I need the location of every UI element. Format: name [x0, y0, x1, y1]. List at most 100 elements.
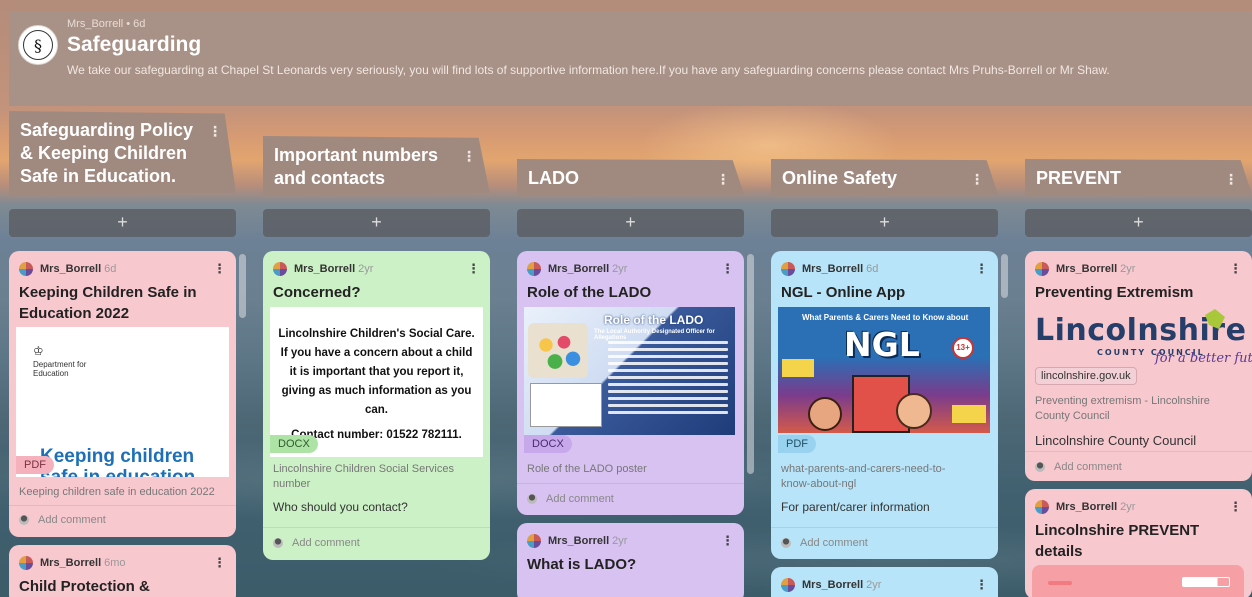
add-post-button[interactable]: +	[1025, 209, 1252, 237]
author-name: Mrs_Borrell	[40, 262, 102, 275]
post-title: Lincolnshire PREVENT details	[1035, 522, 1200, 560]
contact-box	[530, 383, 602, 427]
avatar	[1035, 499, 1049, 514]
comment-user-icon	[19, 514, 29, 525]
add-comment-button[interactable]: Add comment	[771, 527, 998, 557]
attachment-preview[interactable]: Role of the LADO The Local Authority Des…	[524, 307, 735, 435]
post-card[interactable]: Mrs_Borrell 6mo ⋮ Child Protection &	[9, 545, 236, 597]
file-type-badge: DOCX	[524, 435, 572, 453]
attachment-preview[interactable]	[1032, 565, 1244, 597]
column-lado: LADO ⋮ + Mrs_Borrell 2yr ⋮ Role of the L…	[517, 111, 744, 597]
comment-user-icon	[273, 537, 283, 548]
post-age: 2yr	[866, 578, 882, 591]
post-age: 6mo	[104, 556, 126, 569]
attachment-caption: what-parents-and-carers-need-to-know-abo…	[781, 463, 946, 490]
attachment-preview[interactable]: What Parents & Carers Need to Know about…	[778, 307, 990, 433]
link-source: Lincolnshire County Council	[1035, 433, 1197, 448]
post-author: Mrs_Borrell 6d ⋮	[9, 251, 236, 277]
post-author: Mrs_Borrell 2yr ⋮	[263, 251, 490, 277]
post-menu-icon[interactable]: ⋮	[467, 261, 480, 277]
post-menu-icon[interactable]: ⋮	[721, 533, 734, 549]
post-card[interactable]: Mrs_Borrell 6d ⋮ NGL - Online App What P…	[771, 251, 998, 559]
post-card[interactable]: Mrs_Borrell 2yr ⋮ What is LADO?	[517, 523, 744, 597]
add-post-button[interactable]: +	[263, 209, 490, 237]
board-description: We take our safeguarding at Chapel St Le…	[67, 63, 1110, 77]
author-name: Mrs_Borrell	[40, 556, 102, 569]
info-tag	[782, 359, 814, 377]
column-important-numbers: Important numbers and contacts ⋮ + Mrs_B…	[263, 111, 490, 560]
lincolnshire-logo[interactable]: Lincolnshire COUNTY COUNCIL for a better…	[1035, 309, 1252, 366]
link-caption: Preventing extremism - Lincolnshire Coun…	[1035, 395, 1210, 422]
preview-line: Lincolnshire Children's Social Care.	[278, 328, 475, 340]
preview-title: Role of the LADO	[604, 313, 704, 327]
avatar	[781, 577, 795, 592]
column-menu-icon[interactable]: ⋮	[970, 168, 984, 191]
author-name: Mrs_Borrell	[548, 534, 610, 547]
board-header: § Mrs_Borrell • 6d Safeguarding We take ou…	[9, 12, 1252, 106]
comment-user-icon	[1035, 461, 1045, 472]
school-logo: §	[18, 25, 58, 65]
comment-user-icon	[527, 493, 537, 504]
preview-heading: What Parents & Carers Need to Know about	[802, 313, 969, 322]
post-menu-icon[interactable]: ⋮	[213, 555, 226, 571]
attachment-caption: Role of the LADO poster	[527, 463, 647, 475]
column-title: Safeguarding Policy & Keeping Children S…	[20, 120, 194, 186]
post-author: Mrs_Borrell 2yr ⋮	[517, 251, 744, 277]
preview-subtitle: The Local Authority Designated Officer f…	[594, 329, 715, 341]
column-header: LADO ⋮	[517, 159, 744, 196]
post-menu-icon[interactable]: ⋮	[1229, 499, 1242, 515]
preview-heading: Keeping children safe in education	[40, 446, 195, 477]
add-post-button[interactable]: +	[517, 209, 744, 237]
add-comment-button[interactable]: Add comment	[1025, 451, 1252, 481]
add-comment-label: Add comment	[1054, 460, 1122, 473]
post-age: 2yr	[612, 534, 628, 547]
post-author: Mrs_Borrell 2yr ⋮	[517, 523, 744, 549]
post-title: NGL - Online App	[781, 284, 906, 301]
attachment-caption: Lincolnshire Children Social Services nu…	[273, 463, 454, 490]
progress-bar	[1182, 577, 1230, 587]
post-author: Mrs_Borrell 2yr ⋮	[1025, 489, 1252, 515]
add-post-button[interactable]: +	[771, 209, 998, 237]
column-menu-icon[interactable]: ⋮	[208, 120, 222, 143]
column-scrollbar[interactable]	[747, 254, 754, 474]
preview-line: it is important that you report it,	[289, 366, 464, 378]
preview-ngl-logo: NGL	[844, 325, 920, 364]
attachment-preview[interactable]: ♔ Department for Education Keeping child…	[16, 327, 229, 477]
post-card[interactable]: Mrs_Borrell 2yr ⋮ Concerned? Lincolnshir…	[263, 251, 490, 560]
column-header: Online Safety ⋮	[771, 159, 998, 196]
author-name: Mrs_Borrell	[1056, 500, 1118, 513]
column-header: Important numbers and contacts ⋮	[263, 136, 490, 196]
avatar	[1035, 261, 1049, 276]
author-name: Mrs_Borrell	[802, 578, 864, 591]
avatar	[19, 261, 33, 276]
post-card[interactable]: Mrs_Borrell 2yr ⋮ Role of the LADO Role …	[517, 251, 744, 515]
board-author: Mrs_Borrell	[67, 18, 124, 30]
post-card[interactable]: Mrs_Borrell 2yr ⋮	[771, 567, 998, 597]
board-title: Safeguarding	[67, 33, 202, 56]
post-age: 2yr	[358, 262, 374, 275]
post-menu-icon[interactable]: ⋮	[1229, 261, 1242, 277]
post-menu-icon[interactable]: ⋮	[975, 261, 988, 277]
add-comment-label: Add comment	[546, 492, 614, 505]
column-header: Safeguarding Policy & Keeping Children S…	[9, 111, 236, 196]
post-title: Child Protection &	[19, 578, 150, 595]
column-scrollbar[interactable]	[1001, 254, 1008, 298]
column-menu-icon[interactable]: ⋮	[716, 168, 730, 191]
column-menu-icon[interactable]: ⋮	[462, 145, 476, 168]
post-age: 2yr	[1120, 500, 1136, 513]
post-menu-icon[interactable]: ⋮	[721, 261, 734, 277]
column-scrollbar[interactable]	[239, 254, 246, 318]
post-card[interactable]: Mrs_Borrell 2yr ⋮ Lincolnshire PREVENT d…	[1025, 489, 1252, 597]
post-card[interactable]: Mrs_Borrell 2yr ⋮ Preventing Extremism L…	[1025, 251, 1252, 481]
add-comment-button[interactable]: Add comment	[9, 505, 236, 533]
column-prevent: PREVENT ⋮ + Mrs_Borrell 2yr ⋮ Preventing…	[1025, 111, 1252, 597]
add-comment-button[interactable]: Add comment	[517, 483, 744, 513]
post-menu-icon[interactable]: ⋮	[213, 261, 226, 277]
avatar	[19, 555, 33, 570]
link-domain-chip[interactable]: lincolnshire.gov.uk	[1035, 367, 1137, 385]
post-menu-icon[interactable]: ⋮	[975, 577, 988, 593]
add-comment-button[interactable]: Add comment	[263, 527, 490, 557]
column-menu-icon[interactable]: ⋮	[1224, 168, 1238, 191]
post-card[interactable]: Mrs_Borrell 6d ⋮ Keeping Children Safe i…	[9, 251, 236, 537]
add-post-button[interactable]: +	[9, 209, 236, 237]
